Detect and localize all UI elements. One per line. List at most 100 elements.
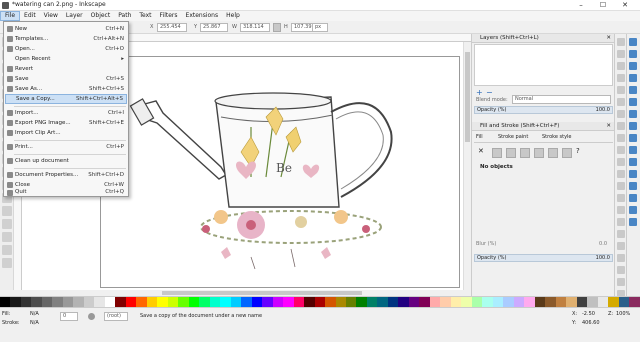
minimize-button[interactable]: –: [570, 0, 592, 10]
palette-swatch[interactable]: [366, 297, 378, 307]
palette-swatch[interactable]: [251, 297, 263, 307]
pattern-icon[interactable]: [548, 148, 558, 158]
blend-mode-select[interactable]: Normal: [512, 95, 611, 104]
eraser-tool-icon[interactable]: [2, 232, 12, 242]
snap-rotation-center-icon[interactable]: [629, 182, 637, 190]
w-field[interactable]: 318.114: [240, 23, 270, 32]
palette-swatch[interactable]: [178, 297, 189, 307]
radial-gradient-icon[interactable]: [520, 148, 530, 158]
import-icon[interactable]: [617, 86, 625, 94]
menu-item-save-a-copy[interactable]: Save a Copy... Shift+Ctrl+Alt+S: [5, 94, 127, 104]
swatch-icon[interactable]: [562, 148, 572, 158]
layers-icon[interactable]: [617, 254, 625, 262]
palette-swatch[interactable]: [629, 297, 640, 307]
snap-smooth-icon[interactable]: [629, 146, 637, 154]
palette-swatch[interactable]: [272, 297, 284, 307]
palette-swatch[interactable]: [597, 297, 609, 307]
layers-panel-header[interactable]: Layers (Shift+Ctrl+L) ✕: [472, 34, 615, 43]
snap-bbox-midpoint-icon[interactable]: [629, 86, 637, 94]
maximize-button[interactable]: ☐: [592, 0, 614, 10]
palette-swatch[interactable]: [0, 297, 11, 307]
lock-icon[interactable]: [273, 23, 281, 32]
menu-item-save-as[interactable]: Save As... Shift+Ctrl+S: [5, 84, 127, 94]
undo-icon[interactable]: [617, 110, 625, 118]
palette-swatch[interactable]: [104, 297, 116, 307]
snap-grid-icon[interactable]: [629, 206, 637, 214]
flat-color-icon[interactable]: [492, 148, 502, 158]
close-window-button[interactable]: ✕: [614, 0, 636, 10]
palette-swatch[interactable]: [41, 297, 53, 307]
palette-swatch[interactable]: [545, 297, 556, 307]
cut-icon[interactable]: [617, 146, 625, 154]
menu-filters[interactable]: Filters: [156, 11, 182, 21]
spray-tool-icon[interactable]: [2, 219, 12, 229]
palette-swatch[interactable]: [52, 297, 63, 307]
gradient-tool-icon[interactable]: [2, 258, 12, 268]
vertical-scroll-thumb[interactable]: [465, 52, 470, 142]
menu-text[interactable]: Text: [135, 11, 155, 21]
palette-swatch[interactable]: [83, 297, 95, 307]
palette-swatch[interactable]: [304, 297, 315, 307]
snap-path-icon[interactable]: [629, 110, 637, 118]
palette-swatch[interactable]: [31, 297, 42, 307]
palette-swatch[interactable]: [325, 297, 336, 307]
snap-page-icon[interactable]: [629, 194, 637, 202]
ungroup-icon[interactable]: [617, 218, 625, 226]
open-file-icon[interactable]: [617, 50, 625, 58]
tab-stroke-paint[interactable]: Stroke paint: [498, 134, 528, 140]
x-field[interactable]: 255.454: [157, 23, 187, 32]
menu-item-export-png[interactable]: Export PNG Image... Shift+Ctrl+E: [5, 118, 127, 128]
palette-swatch[interactable]: [209, 297, 221, 307]
palette-swatch[interactable]: [314, 297, 326, 307]
save-icon[interactable]: [617, 62, 625, 70]
fill-stroke-icon[interactable]: [617, 230, 625, 238]
unit-select[interactable]: px: [312, 23, 328, 32]
linear-gradient-icon[interactable]: [506, 148, 516, 158]
menu-item-open[interactable]: Open... Ctrl+O: [5, 44, 127, 54]
palette-swatch[interactable]: [461, 297, 472, 307]
palette-swatch[interactable]: [608, 297, 619, 307]
menu-view[interactable]: View: [40, 11, 62, 21]
palette-swatch[interactable]: [293, 297, 305, 307]
palette-swatch[interactable]: [157, 297, 168, 307]
menu-item-print[interactable]: Print... Ctrl+P: [5, 142, 127, 152]
blur-slider[interactable]: Blur (%) 0.0: [474, 240, 613, 248]
text-tool-icon[interactable]: [2, 206, 12, 216]
menu-edit[interactable]: Edit: [20, 11, 40, 21]
unset-paint-icon[interactable]: ?: [576, 147, 580, 155]
palette-swatch[interactable]: [440, 297, 451, 307]
new-document-icon[interactable]: [617, 38, 625, 46]
palette-swatch[interactable]: [587, 297, 598, 307]
layers-opacity-slider[interactable]: Opacity (%) 100.0: [474, 106, 613, 114]
palette-swatch[interactable]: [20, 297, 32, 307]
paste-icon[interactable]: [617, 158, 625, 166]
palette-swatch[interactable]: [524, 297, 535, 307]
snap-nodes-icon[interactable]: [629, 98, 637, 106]
bucket-tool-icon[interactable]: [2, 245, 12, 255]
palette-swatch[interactable]: [188, 297, 200, 307]
palette-swatch[interactable]: [429, 297, 441, 307]
palette-swatch[interactable]: [146, 297, 158, 307]
menu-item-templates[interactable]: Templates... Ctrl+Alt+N: [5, 34, 127, 44]
palette-swatch[interactable]: [408, 297, 420, 307]
text-font-icon[interactable]: [617, 242, 625, 250]
palette-swatch[interactable]: [283, 297, 294, 307]
layers-list[interactable]: [474, 44, 613, 86]
menu-item-import[interactable]: Import... Ctrl+I: [5, 108, 127, 118]
menu-item-new[interactable]: New Ctrl+N: [5, 24, 127, 34]
palette-swatch[interactable]: [503, 297, 514, 307]
palette-swatch[interactable]: [220, 297, 231, 307]
palette-swatch[interactable]: [241, 297, 252, 307]
palette-swatch[interactable]: [199, 297, 210, 307]
palette-swatch[interactable]: [115, 297, 126, 307]
palette-swatch[interactable]: [136, 297, 147, 307]
layer-visibility-icon[interactable]: [88, 313, 95, 320]
palette-swatch[interactable]: [534, 297, 546, 307]
palette-swatch[interactable]: [387, 297, 399, 307]
watering-can-artwork[interactable]: Be: [101, 57, 459, 287]
mesh-gradient-icon[interactable]: [534, 148, 544, 158]
group-icon[interactable]: [617, 206, 625, 214]
palette-swatch[interactable]: [566, 297, 577, 307]
snap-guide-icon[interactable]: [629, 218, 637, 226]
opacity-field[interactable]: 0: [60, 312, 78, 321]
